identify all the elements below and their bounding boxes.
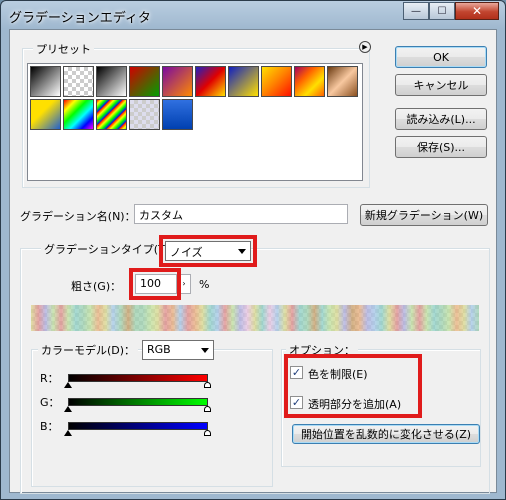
channel-r-max-stop[interactable] xyxy=(204,382,211,388)
channel-g-min-stop[interactable] xyxy=(64,406,72,412)
preset-swatch[interactable] xyxy=(261,66,292,97)
presets-menu-icon[interactable]: ▶ xyxy=(359,41,371,53)
preset-swatch[interactable] xyxy=(228,66,259,97)
channel-g-slider xyxy=(68,398,208,406)
chevron-down-icon xyxy=(201,348,209,353)
randomize-button[interactable]: 開始位置を乱数的に変化させる(Z) xyxy=(292,424,480,444)
preset-swatch[interactable] xyxy=(327,66,358,97)
minimize-button[interactable]: — xyxy=(403,2,429,20)
gradient-editor-window: グラデーションエディタ — ☐ ✕ プリセット ▶ OK キャンセル 読み込み(… xyxy=(0,0,506,500)
presets-group: プリセット ▶ xyxy=(22,41,371,188)
channel-r-label: R： xyxy=(40,372,59,385)
channel-b-min-stop[interactable] xyxy=(64,430,72,436)
preset-swatch[interactable] xyxy=(30,66,61,97)
presets-label: プリセット xyxy=(33,41,94,57)
preset-swatch[interactable] xyxy=(195,66,226,97)
preset-swatch[interactable] xyxy=(129,99,160,130)
color-model-select[interactable]: RGB xyxy=(142,340,214,360)
preset-swatch[interactable] xyxy=(63,99,94,130)
preset-swatch[interactable] xyxy=(162,66,193,97)
cancel-button[interactable]: キャンセル xyxy=(395,74,487,96)
dialog-body: プリセット ▶ OK キャンセル 読み込み(L)... 保存(S)... グラデ… xyxy=(9,29,497,494)
roughness-label: 粗さ(G)： xyxy=(71,280,122,293)
noise-gradient-preview xyxy=(31,305,479,331)
gradient-name-label: グラデーション名(N)： xyxy=(20,210,136,223)
roughness-highlight xyxy=(129,268,181,300)
save-button[interactable]: 保存(S)... xyxy=(395,136,487,158)
maximize-button[interactable]: ☐ xyxy=(429,2,455,20)
preset-swatch[interactable] xyxy=(294,66,325,97)
color-model-group: カラーモデル(D)： RGB R： G： B： xyxy=(31,340,273,487)
window-title: グラデーションエディタ xyxy=(9,11,151,26)
load-button[interactable]: 読み込み(L)... xyxy=(395,108,487,130)
new-gradient-button[interactable]: 新規グラデーション(W) xyxy=(360,204,488,226)
channel-r-min-stop[interactable] xyxy=(64,382,72,388)
gradient-type-group: グラデーションタイプ(T)： ノイズ 粗さ(G)： 100 › % カラーモデル… xyxy=(20,235,490,494)
gradient-type-highlight xyxy=(159,235,257,267)
channel-b-slider xyxy=(68,422,208,430)
gradient-name-input[interactable]: カスタム xyxy=(134,204,348,224)
color-model-label: カラーモデル(D)： xyxy=(38,342,139,358)
preset-swatch[interactable] xyxy=(162,99,193,130)
close-button[interactable]: ✕ xyxy=(455,2,499,20)
roughness-unit: % xyxy=(199,278,210,291)
options-group: オプション： ✓ 色を制限(E) ✓ 透明部分を追加(A) 開始位置を乱数的に変… xyxy=(281,342,481,467)
preset-swatch[interactable] xyxy=(96,66,127,97)
options-highlight xyxy=(284,354,422,418)
channel-b-max-stop[interactable] xyxy=(204,430,211,436)
color-model-value: RGB xyxy=(147,343,171,356)
noise-gradient-bands xyxy=(31,305,479,331)
preset-swatch[interactable] xyxy=(129,66,160,97)
preset-swatch[interactable] xyxy=(30,99,61,130)
ok-button[interactable]: OK xyxy=(395,46,487,68)
channel-r-slider xyxy=(68,374,208,382)
channel-g-label: G： xyxy=(40,396,60,409)
channel-g-max-stop[interactable] xyxy=(204,406,211,412)
preset-swatch[interactable] xyxy=(96,99,127,130)
preset-swatch[interactable] xyxy=(63,66,94,97)
preset-swatch-grid xyxy=(27,63,363,181)
title-bar[interactable]: グラデーションエディタ — ☐ ✕ xyxy=(1,1,505,29)
channel-b-label: B： xyxy=(40,420,59,433)
